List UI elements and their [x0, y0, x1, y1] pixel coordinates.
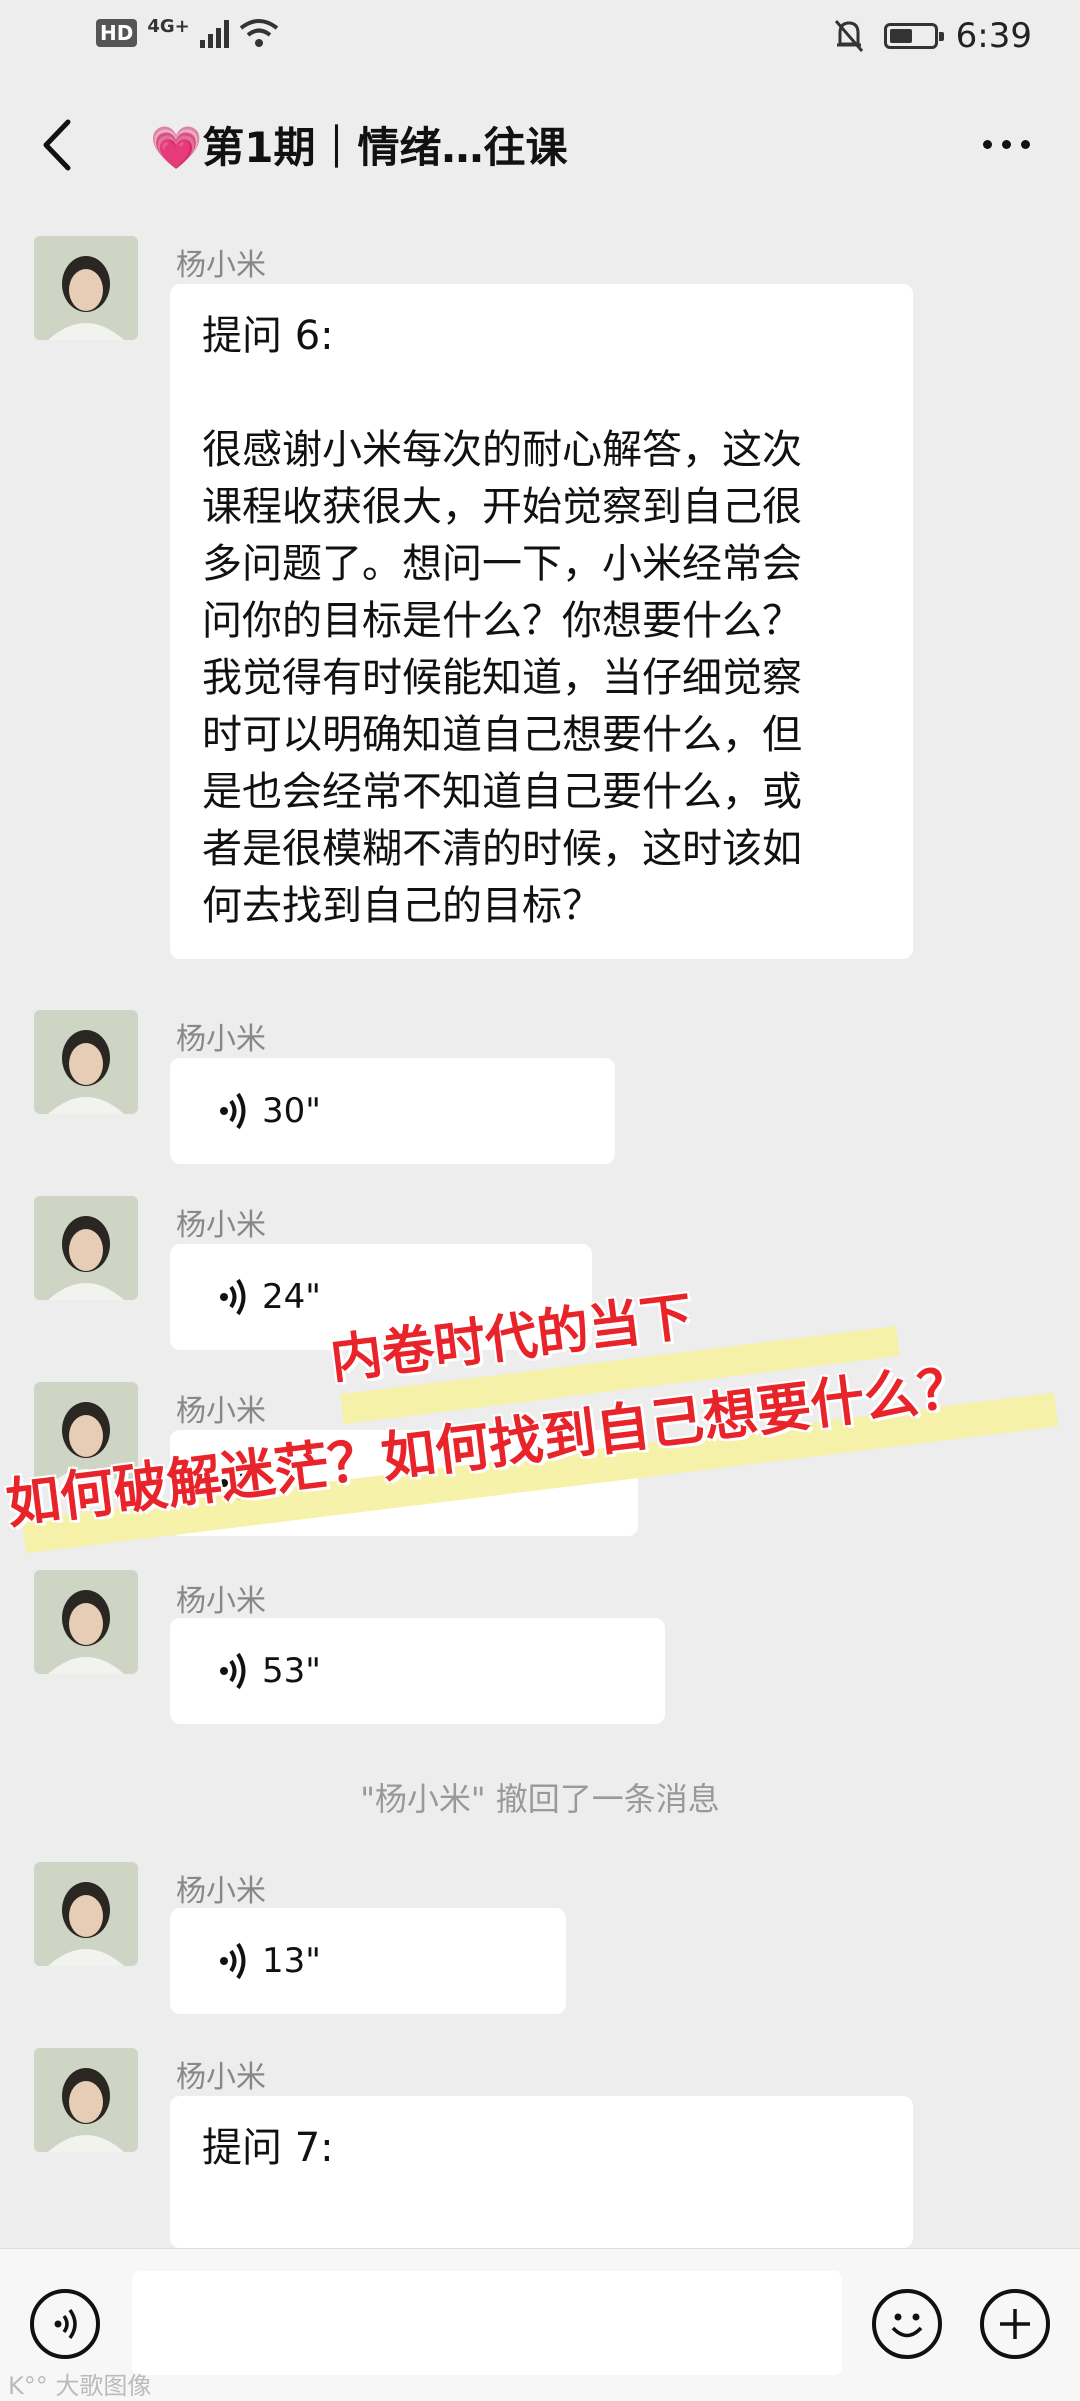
voice-wave-icon — [220, 1942, 246, 1980]
sender-name: 杨小米 — [176, 1394, 266, 1429]
message-line: 很感谢小米每次的耐心解答，这次 — [202, 427, 802, 473]
message-line: 多问题了。想问一下，小米经常会 — [202, 541, 802, 587]
chat-header: 💗第1期｜情绪…往课 — [0, 80, 1080, 210]
message-line: 时可以明确知道自己想要什么，但 — [202, 712, 802, 758]
network-type: 4G+ — [147, 15, 190, 37]
emoji-icon[interactable] — [872, 2289, 942, 2359]
message-bubble[interactable]: 提问 6: 很感谢小米每次的耐心解答，这次 课程收获很大，开始觉察到自己很 多问… — [170, 284, 913, 959]
message-input[interactable] — [132, 2271, 842, 2375]
voice-message[interactable]: 53" — [170, 1618, 665, 1724]
system-message: "杨小米" 撤回了一条消息 — [360, 1780, 720, 1818]
message-line: 问你的目标是什么？你想要什么？ — [202, 598, 802, 644]
avatar[interactable] — [34, 1010, 138, 1114]
sender-name: 杨小米 — [176, 1874, 266, 1909]
status-bar: HD 4G+ 6:39 — [0, 0, 1080, 80]
message-line: 提问 7: — [202, 2125, 334, 2171]
message-line: 课程收获很大，开始觉察到自己很 — [202, 484, 802, 530]
sender-name: 杨小米 — [176, 1208, 266, 1243]
signal-icon — [199, 18, 229, 48]
voice-wave-icon — [220, 1652, 246, 1690]
mute-icon — [834, 20, 863, 52]
voice-duration: 24" — [262, 1277, 321, 1317]
sender-name: 杨小米 — [176, 1584, 266, 1619]
sender-name: 杨小米 — [176, 248, 266, 283]
avatar[interactable] — [34, 1570, 138, 1674]
avatar[interactable] — [34, 1862, 138, 1966]
message-bubble[interactable]: 提问 7: — [170, 2096, 913, 2248]
message-line: 者是很模糊不清的时候，这时该如 — [202, 826, 802, 872]
hd-badge: HD — [96, 19, 138, 47]
message-line: 我觉得有时候能知道，当仔细觉察 — [202, 655, 802, 701]
voice-wave-icon — [220, 1464, 246, 1502]
voice-duration: 53" — [262, 1651, 321, 1691]
sender-name: 杨小米 — [176, 2060, 266, 2095]
voice-toggle-icon[interactable] — [30, 2289, 100, 2359]
status-time: 6:39 — [955, 16, 1032, 56]
wifi-icon — [239, 19, 278, 47]
chat-title[interactable]: 💗第1期｜情绪…往课 — [150, 114, 568, 175]
voice-message[interactable]: 30" — [170, 1058, 615, 1164]
voice-duration: 30" — [262, 1091, 321, 1131]
sender-name: 杨小米 — [176, 1022, 266, 1057]
message-line: 提问 6: — [202, 313, 334, 359]
plus-icon[interactable] — [980, 2289, 1050, 2359]
avatar[interactable] — [34, 236, 138, 340]
input-bar — [0, 2248, 1080, 2401]
more-dots-icon[interactable] — [983, 140, 1030, 149]
battery-icon — [883, 23, 944, 49]
watermark: K°° 大歌图像 — [8, 2372, 152, 2400]
message-line: 是也会经常不知道自己要什么，或 — [202, 769, 802, 815]
voice-message[interactable]: 13" — [170, 1908, 566, 2014]
avatar[interactable] — [34, 1382, 138, 1486]
avatar[interactable] — [34, 1196, 138, 1300]
back-chevron-icon[interactable] — [38, 118, 78, 172]
avatar[interactable] — [34, 2048, 138, 2152]
voice-message[interactable] — [170, 1430, 638, 1536]
voice-wave-icon — [220, 1092, 246, 1130]
voice-wave-icon — [220, 1278, 246, 1316]
voice-duration: 13" — [262, 1941, 321, 1981]
voice-message[interactable]: 24" — [170, 1244, 592, 1350]
message-line: 何去找到自己的目标？ — [202, 883, 602, 929]
message-line — [202, 365, 881, 422]
